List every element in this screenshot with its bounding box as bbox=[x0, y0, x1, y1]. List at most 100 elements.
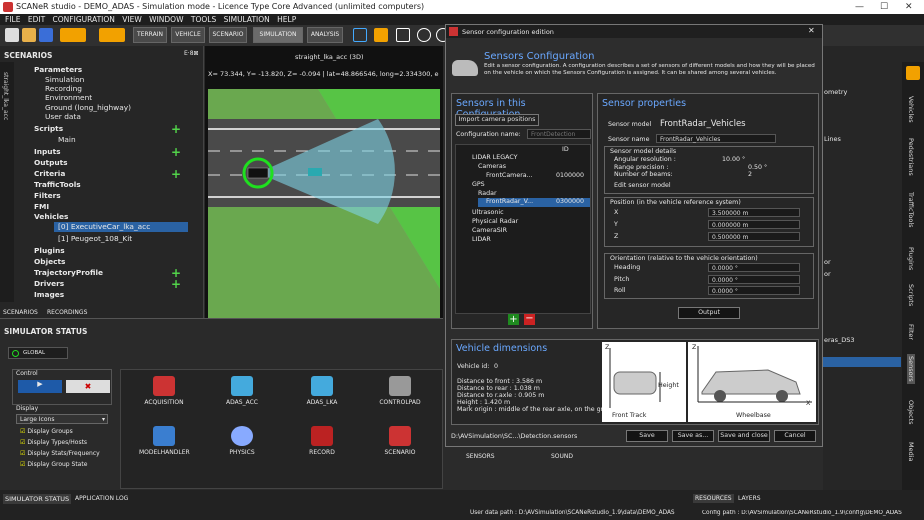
module-adas-lka[interactable]: ADAS_LKA bbox=[297, 376, 347, 406]
sensor-lidar[interactable]: LIDAR bbox=[472, 236, 491, 243]
add-sensor-button[interactable]: + bbox=[508, 314, 519, 325]
x-input[interactable]: 3.500000 m bbox=[708, 208, 800, 217]
sensor-lidar-legacy[interactable]: LIDAR LEGACY bbox=[472, 154, 517, 161]
menu-tools[interactable]: TOOLS bbox=[191, 15, 216, 24]
check-display-types[interactable]: ☑ Display Types/Hosts bbox=[20, 439, 87, 446]
menu-help[interactable]: HELP bbox=[277, 15, 296, 24]
dialog-close-icon[interactable]: ✕ bbox=[808, 26, 815, 35]
vtab-media[interactable]: Media bbox=[907, 442, 915, 462]
tree-vehicle-0[interactable]: [0] ExecutiveCar_lka_acc bbox=[54, 222, 188, 232]
tree-parameters[interactable]: Parameters bbox=[34, 65, 82, 75]
save-button[interactable]: Save bbox=[626, 430, 668, 442]
module-modelhandler[interactable]: MODELHANDLER bbox=[139, 426, 190, 456]
vtab-vehicles[interactable]: Vehicles bbox=[907, 96, 915, 123]
tab-simulation[interactable]: SIMULATION bbox=[253, 27, 303, 43]
left-tab-scenarios[interactable]: SCENARIOS bbox=[3, 309, 38, 316]
module-scenario[interactable]: SCENARIO bbox=[375, 426, 425, 456]
roll-input[interactable]: 0.0000 ° bbox=[708, 286, 800, 295]
cancel-button[interactable]: Cancel bbox=[774, 430, 816, 442]
module-controlpad[interactable]: CONTROLPAD bbox=[375, 376, 425, 406]
sensor-ultrasonic[interactable]: Ultrasonic bbox=[472, 209, 504, 216]
tree-plugins[interactable]: Plugins bbox=[34, 246, 65, 256]
tree-images[interactable]: Images bbox=[34, 290, 64, 300]
minimize-icon[interactable]: — bbox=[855, 0, 864, 14]
tree-userdata[interactable]: User data bbox=[45, 112, 81, 122]
bottom-tab-status[interactable]: SIMULATOR STATUS bbox=[3, 494, 72, 504]
heading-input[interactable]: 0.0000 ° bbox=[708, 263, 800, 272]
panel-pin-icon[interactable]: E·8⊠ bbox=[184, 50, 199, 57]
vtab-filter[interactable]: Filter bbox=[907, 324, 915, 340]
menu-edit[interactable]: EDIT bbox=[28, 15, 45, 24]
sensor-cameras[interactable]: Cameras bbox=[478, 163, 506, 170]
check-display-stats[interactable]: ☑ Display Stats/Frequency bbox=[20, 450, 100, 457]
tab-analysis[interactable]: ANALYSIS bbox=[307, 27, 343, 43]
move-icon[interactable] bbox=[353, 28, 367, 42]
tab-vehicle[interactable]: VEHICLE bbox=[171, 27, 205, 43]
sensor-physical-radar[interactable]: Physical Radar bbox=[472, 218, 518, 225]
save-icon[interactable] bbox=[39, 28, 53, 42]
y-input[interactable]: 0.000000 m bbox=[708, 220, 800, 229]
display-select[interactable]: Large Icons ▾ bbox=[16, 414, 108, 424]
tab-terrain[interactable]: TERRAIN bbox=[133, 27, 167, 43]
back-arrow-icon[interactable] bbox=[60, 28, 86, 42]
menu-view[interactable]: VIEW bbox=[122, 15, 142, 24]
right-tab-resources[interactable]: RESOURCES bbox=[693, 494, 734, 503]
remove-sensor-button[interactable]: − bbox=[524, 314, 535, 325]
new-file-icon[interactable] bbox=[5, 28, 19, 42]
sensor-camerasir[interactable]: CameraSIR bbox=[472, 227, 507, 234]
sensor-radar[interactable]: Radar bbox=[478, 190, 497, 197]
z-input[interactable]: 0.500000 m bbox=[708, 232, 800, 241]
cfg-name-input[interactable]: FrontDetection bbox=[527, 129, 591, 139]
menu-configuration[interactable]: CONFIGURATION bbox=[53, 15, 115, 24]
menu-simulation[interactable]: SIMULATION bbox=[224, 15, 270, 24]
tree-traffictools[interactable]: TrafficTools bbox=[34, 180, 81, 190]
check-display-groups[interactable]: ☑ Display Groups bbox=[20, 428, 73, 435]
vtab-plugins[interactable]: Plugins bbox=[907, 247, 915, 270]
sensor-front-radar-row[interactable]: FrontRadar_V... 0300000 bbox=[478, 198, 590, 207]
resource-selected-row[interactable] bbox=[823, 357, 901, 367]
menu-window[interactable]: WINDOW bbox=[149, 15, 183, 24]
global-toggle[interactable]: GLOBAL bbox=[8, 347, 68, 359]
sensor-front-camera[interactable]: FrontCamera... bbox=[486, 172, 533, 179]
module-adas-acc[interactable]: ADAS_ACC bbox=[217, 376, 267, 406]
tree-criteria[interactable]: Criteria bbox=[34, 169, 65, 179]
vtab-pedestrians[interactable]: Pedestrians bbox=[907, 138, 915, 176]
save-as-button[interactable]: Save as... bbox=[672, 430, 714, 442]
save-and-close-button[interactable]: Save and close bbox=[718, 430, 770, 442]
target-icon[interactable] bbox=[417, 28, 431, 42]
tree-environment[interactable]: Environment bbox=[45, 93, 92, 103]
tree-outputs[interactable]: Outputs bbox=[34, 158, 68, 168]
left-tab-recordings[interactable]: RECORDINGS bbox=[47, 309, 87, 316]
tree-inputs[interactable]: Inputs bbox=[34, 147, 61, 157]
tree-main[interactable]: Main bbox=[58, 135, 76, 145]
module-physics[interactable]: PHYSICS bbox=[217, 426, 267, 456]
vtab-objects[interactable]: Objects bbox=[907, 400, 915, 425]
tab-scenario[interactable]: SCENARIO bbox=[209, 27, 247, 43]
module-acquisition[interactable]: ACQUISITION bbox=[139, 376, 189, 406]
vtab-sensors[interactable]: Sensors bbox=[907, 354, 915, 384]
vtab-scripts[interactable]: Scripts bbox=[907, 284, 915, 306]
sensor-name-input[interactable]: FrontRadar_Vehicles bbox=[656, 134, 776, 143]
vtab-traffictools[interactable]: TrafficTools bbox=[907, 192, 915, 228]
module-record[interactable]: RECORD bbox=[297, 426, 347, 456]
play-button[interactable]: ▶ bbox=[18, 380, 62, 393]
tree-fmi[interactable]: FMI bbox=[34, 202, 49, 212]
import-camera-button[interactable]: Import camera positions bbox=[455, 114, 539, 126]
module-sound-label[interactable]: SOUND bbox=[551, 453, 573, 460]
add-input-icon[interactable]: + bbox=[171, 146, 181, 158]
close-icon[interactable]: ✕ bbox=[905, 0, 913, 14]
right-tab-layers[interactable]: LAYERS bbox=[738, 495, 761, 502]
3d-viewport[interactable]: straight_lka_acc (3D) X= 73.344, Y= -13.… bbox=[205, 46, 443, 319]
output-button[interactable]: Output bbox=[678, 307, 740, 319]
module-sensors-label[interactable]: SENSORS bbox=[466, 453, 495, 460]
check-group-state[interactable]: ☑ Display Group State bbox=[20, 461, 87, 468]
maximize-icon[interactable]: ☐ bbox=[880, 0, 888, 14]
forward-arrow-icon[interactable] bbox=[99, 28, 125, 42]
scenario-vertical-tab[interactable]: straight_lka_acc bbox=[0, 62, 14, 302]
pan-icon[interactable] bbox=[374, 28, 388, 42]
tree-trajectory[interactable]: TrajectoryProfile bbox=[34, 268, 103, 278]
tree-vehicle-1[interactable]: [1] Peugeot_108_Kit bbox=[58, 234, 132, 244]
add-script-icon[interactable]: + bbox=[171, 123, 181, 135]
tree-objects[interactable]: Objects bbox=[34, 257, 65, 267]
pitch-input[interactable]: 0.0000 ° bbox=[708, 275, 800, 284]
